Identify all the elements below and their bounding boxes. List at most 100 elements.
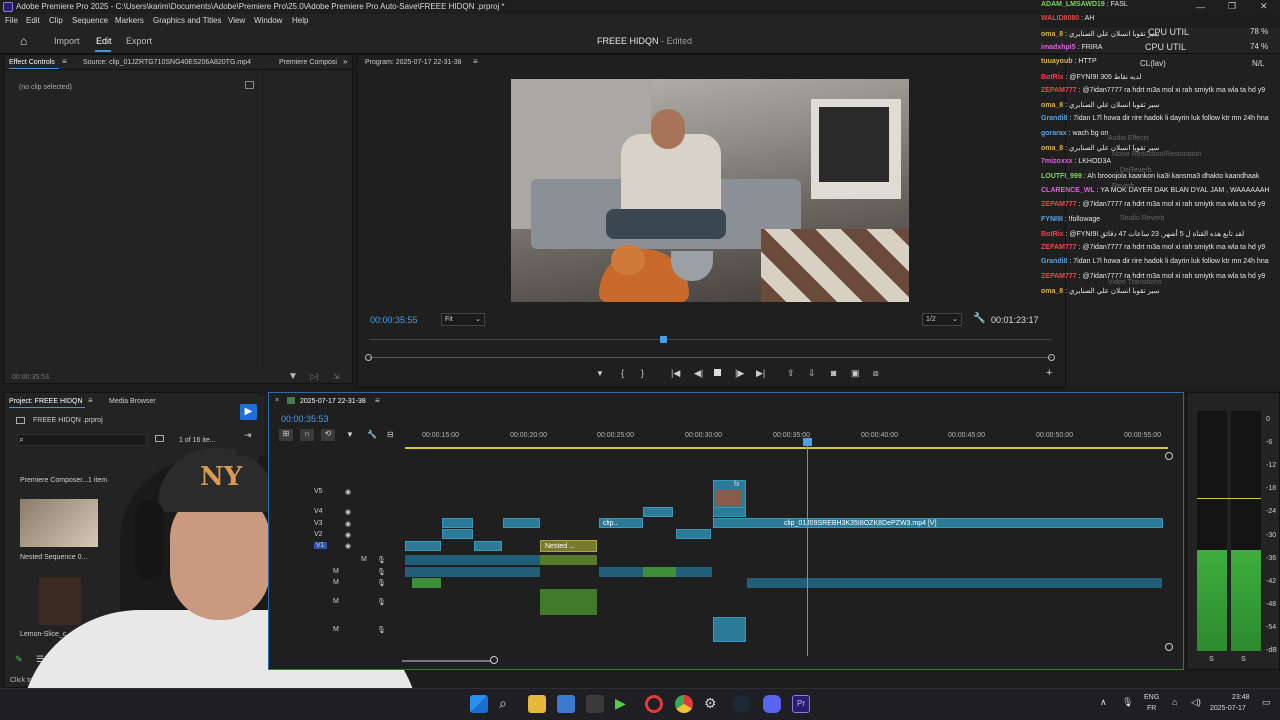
add-marker-timeline-icon[interactable]: ▼ bbox=[346, 430, 354, 439]
clock-time[interactable]: 23:48 bbox=[1232, 694, 1250, 701]
tab-project[interactable]: Project: FREEE HIDQN bbox=[9, 398, 83, 405]
clip-v3-c[interactable]: clip.. bbox=[599, 518, 643, 528]
menu-file[interactable]: File bbox=[5, 16, 18, 25]
program-zoom-bar[interactable] bbox=[369, 357, 1052, 358]
filter-icon[interactable]: ▼ bbox=[288, 371, 298, 382]
track-v4-label[interactable]: V4 bbox=[314, 508, 323, 515]
audio-a3-main[interactable] bbox=[747, 578, 1162, 588]
vertical-scroll-handle-top[interactable] bbox=[1165, 452, 1173, 460]
home-icon[interactable]: ⌂ bbox=[20, 34, 27, 48]
menu-window[interactable]: Window bbox=[254, 16, 282, 25]
zoom-handle-left[interactable] bbox=[365, 354, 372, 361]
mark-out-icon[interactable]: } bbox=[641, 368, 644, 378]
track-v3-label[interactable]: V3 bbox=[314, 520, 323, 527]
track-v2-label[interactable]: V2 bbox=[314, 531, 323, 538]
timeline-zoom-handle[interactable] bbox=[490, 656, 498, 664]
mute-a3[interactable]: M bbox=[333, 579, 339, 586]
clip-v3-main[interactable]: clip_01J09SREBH3K35I8OZK8DePZW3.mp4 [V] bbox=[713, 518, 1163, 528]
timeline-timecode[interactable]: 00:00:35:53 bbox=[281, 414, 329, 424]
timeline-playhead[interactable] bbox=[807, 438, 808, 656]
language-indicator[interactable]: ENG bbox=[1144, 694, 1159, 701]
audio-a1-a[interactable] bbox=[405, 555, 540, 565]
mic-icon[interactable]: 🎙 bbox=[377, 556, 386, 564]
menu-markers[interactable]: Markers bbox=[115, 16, 144, 25]
eye-icon[interactable]: ◉ bbox=[345, 542, 351, 550]
export-icon[interactable]: ⇲ bbox=[333, 372, 340, 381]
timeline-settings-icon[interactable]: 🔧 bbox=[367, 430, 377, 439]
fit-dropdown[interactable]: Fit ⌄ bbox=[441, 313, 485, 326]
audio-a2-a[interactable] bbox=[405, 567, 540, 577]
vr-icon[interactable]: ⧈ bbox=[873, 368, 879, 379]
menu-edit[interactable]: Edit bbox=[26, 16, 40, 25]
program-menu-icon[interactable]: ≡ bbox=[473, 57, 478, 66]
track-v5-label[interactable]: V5 bbox=[314, 488, 323, 495]
captions-icon[interactable]: ⊟ bbox=[387, 430, 394, 439]
mute-a1[interactable]: M bbox=[361, 556, 367, 563]
add-button-icon[interactable]: + bbox=[1046, 367, 1052, 379]
step-back-icon[interactable]: ◀| bbox=[694, 368, 703, 379]
mic-icon[interactable]: 🎙 bbox=[377, 626, 386, 634]
panel-menu-icon[interactable]: ≡ bbox=[62, 57, 67, 66]
menu-clip[interactable]: Clip bbox=[49, 16, 63, 25]
settings-icon[interactable]: ⚙ bbox=[704, 695, 722, 713]
step-forward-icon[interactable]: |▶ bbox=[735, 368, 744, 379]
go-to-out-icon[interactable]: ▶| bbox=[756, 368, 765, 379]
resolution-dropdown[interactable]: 1/2 ⌄ bbox=[922, 313, 962, 326]
eye-icon[interactable]: ◉ bbox=[345, 508, 351, 516]
menu-view[interactable]: View bbox=[228, 16, 245, 25]
language-indicator-2[interactable]: FR bbox=[1147, 705, 1156, 712]
linked-selection-icon[interactable]: ⟲ bbox=[321, 429, 335, 441]
tab-import[interactable]: Import bbox=[54, 36, 80, 46]
zoom-handle-right[interactable] bbox=[1048, 354, 1055, 361]
mic-icon[interactable]: 🎙 bbox=[377, 579, 386, 587]
steam-icon[interactable] bbox=[733, 695, 751, 713]
eye-icon[interactable]: ◉ bbox=[345, 531, 351, 539]
mute-a5[interactable]: M bbox=[333, 626, 339, 633]
clip-v1-b[interactable] bbox=[474, 541, 502, 551]
tab-premiere-composer[interactable]: Premiere Composi bbox=[279, 59, 337, 66]
notification-icon[interactable]: ▭ bbox=[1262, 697, 1271, 708]
mic-icon[interactable]: 🎙 bbox=[377, 568, 386, 576]
project-menu-icon[interactable]: ≡ bbox=[88, 396, 93, 405]
snap-icon[interactable]: ∩ bbox=[300, 429, 314, 441]
selection-tool-icon[interactable]: ▶ bbox=[240, 404, 257, 420]
vertical-scroll-handle-bottom[interactable] bbox=[1165, 643, 1173, 651]
eye-icon[interactable]: ◉ bbox=[345, 488, 351, 496]
meter-solo-right[interactable]: S bbox=[1241, 656, 1246, 663]
timeline-menu-icon[interactable]: ≡ bbox=[375, 396, 380, 405]
timeline-close-icon[interactable]: × bbox=[275, 397, 279, 404]
audio-a2-green[interactable] bbox=[643, 567, 676, 577]
eye-icon[interactable]: ◉ bbox=[345, 520, 351, 528]
media-player-icon[interactable]: ▶ bbox=[615, 695, 633, 713]
timeline-ruler[interactable] bbox=[405, 443, 1168, 449]
tab-program[interactable]: Program: 2025-07-17 22-31-38 bbox=[365, 59, 462, 66]
search-icon[interactable]: ⌕ bbox=[499, 695, 517, 713]
timeline-zoom-bar[interactable] bbox=[402, 660, 494, 662]
start-icon[interactable] bbox=[470, 695, 488, 713]
clip-v4-b[interactable] bbox=[713, 507, 746, 517]
program-timecode[interactable]: 00:00:35:55 bbox=[370, 315, 418, 325]
tray-mic-icon[interactable]: 🎙 bbox=[1122, 697, 1133, 708]
go-to-in-icon[interactable]: |◀ bbox=[671, 368, 680, 379]
tab-edit[interactable]: Edit bbox=[96, 36, 112, 46]
chrome-icon[interactable] bbox=[675, 695, 693, 713]
premiere-taskbar-icon[interactable]: Pr bbox=[792, 695, 810, 713]
mic-icon[interactable]: 🎙 bbox=[377, 598, 386, 606]
meter-solo-left[interactable]: S bbox=[1209, 656, 1214, 663]
opera-icon[interactable] bbox=[645, 695, 663, 713]
track-v1-label[interactable]: V1 bbox=[314, 542, 327, 549]
file-explorer-icon[interactable] bbox=[528, 695, 546, 713]
panel-overflow-icon[interactable]: » bbox=[343, 57, 347, 66]
clip-v1-a[interactable] bbox=[405, 541, 441, 551]
speaker-icon[interactable]: ◁) bbox=[1191, 697, 1201, 708]
audio-a1-green[interactable] bbox=[540, 555, 597, 565]
mute-a4[interactable]: M bbox=[333, 598, 339, 605]
program-video-frame[interactable] bbox=[511, 79, 909, 302]
timeline-playhead-head[interactable] bbox=[803, 438, 812, 446]
tab-source[interactable]: Source: clip_01JZRTG710SNG40ES206A820TG.… bbox=[83, 59, 251, 66]
stop-icon[interactable] bbox=[714, 369, 721, 376]
store-icon[interactable] bbox=[557, 695, 575, 713]
extract-icon[interactable]: ⇩ bbox=[808, 368, 816, 379]
play-audio-icon[interactable]: ▷| bbox=[310, 372, 318, 381]
tab-sequence[interactable]: 2025-07-17 22-31-38 bbox=[300, 398, 366, 405]
